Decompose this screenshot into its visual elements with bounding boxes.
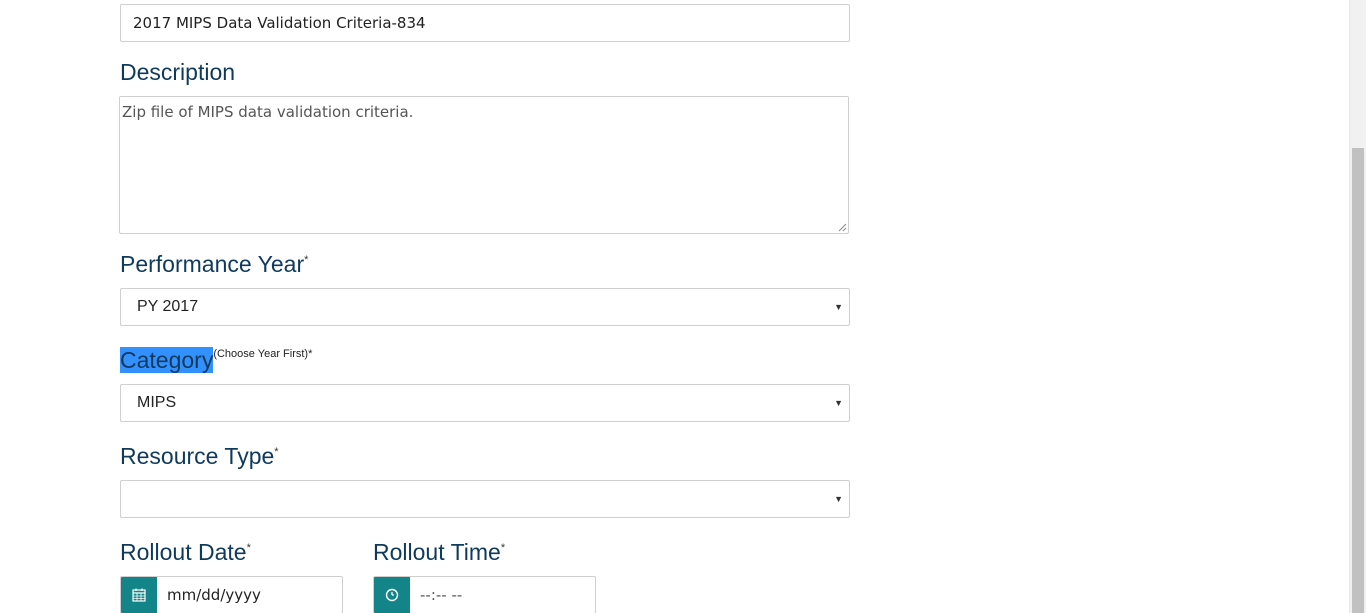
required-marker: *: [304, 254, 309, 266]
rollout-date-input[interactable]: mm/dd/yyyy: [157, 577, 342, 613]
rollout-date-label-text: Rollout Date: [120, 539, 247, 565]
required-marker: *: [246, 542, 251, 554]
resource-type-label: Resource Type*: [120, 442, 279, 470]
page: 2017 MIPS Data Validation Criteria-834 D…: [0, 0, 1366, 613]
rollout-time-input[interactable]: --:-- --: [410, 577, 595, 613]
category-hint: (Choose Year First)*: [213, 348, 313, 360]
scrollbar-thumb[interactable]: [1352, 148, 1364, 613]
resize-grip-icon[interactable]: [838, 223, 847, 232]
performance-year-label-text: Performance Year: [120, 251, 305, 277]
category-label-text: Category: [120, 347, 214, 373]
performance-year-label: Performance Year*: [120, 250, 308, 278]
resource-type-select[interactable]: ▼: [120, 480, 850, 518]
clock-icon[interactable]: [374, 577, 410, 613]
description-textarea[interactable]: Zip file of MIPS data validation criteri…: [119, 96, 849, 234]
title-input[interactable]: 2017 MIPS Data Validation Criteria-834: [120, 4, 850, 42]
description-value: Zip file of MIPS data validation criteri…: [122, 103, 414, 121]
calendar-icon[interactable]: [121, 577, 157, 613]
caret-down-icon: ▼: [834, 398, 843, 408]
required-marker: *: [500, 542, 506, 554]
rollout-time-label: Rollout Time*: [373, 538, 505, 566]
caret-down-icon: ▼: [834, 494, 843, 504]
rollout-date-label: Rollout Date*: [120, 538, 251, 566]
category-label: Category(Choose Year First)*: [120, 346, 312, 374]
category-selected: MIPS: [137, 394, 177, 411]
resource-type-label-text: Resource Type: [120, 443, 275, 469]
page-scrollbar[interactable]: [1349, 0, 1366, 613]
required-marker: *: [274, 446, 279, 458]
category-select[interactable]: MIPS ▼: [120, 384, 850, 422]
performance-year-selected: PY 2017: [137, 298, 199, 315]
caret-down-icon: ▼: [834, 302, 843, 312]
performance-year-select[interactable]: PY 2017 ▼: [120, 288, 850, 326]
rollout-date-input-group[interactable]: mm/dd/yyyy: [120, 576, 343, 613]
rollout-time-input-group[interactable]: --:-- --: [373, 576, 596, 613]
title-input-value: 2017 MIPS Data Validation Criteria-834: [133, 14, 426, 32]
description-label: Description: [120, 58, 235, 86]
description-label-text: Description: [120, 59, 236, 85]
rollout-time-label-text: Rollout Time: [373, 539, 501, 565]
